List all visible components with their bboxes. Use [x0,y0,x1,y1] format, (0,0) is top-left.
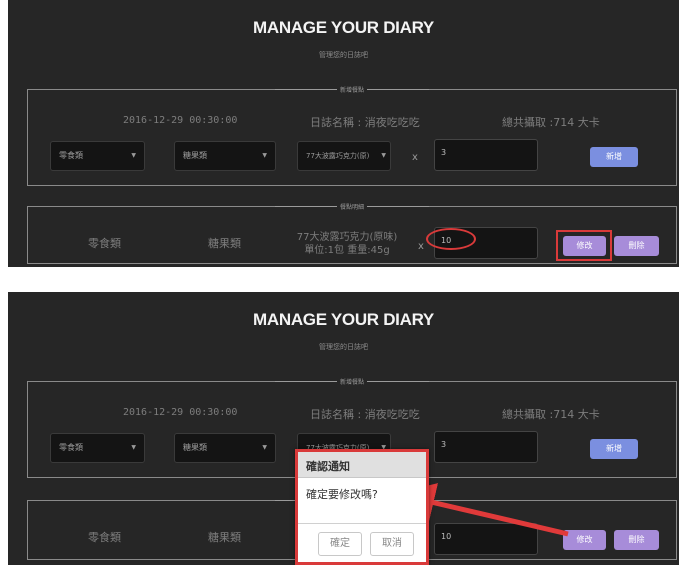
add-button[interactable]: 新增 [590,147,638,167]
add-meal-panel-label: 新增餐點 [336,377,368,386]
diary-name: 日誌名稱 : 消夜吃吃吃 [310,408,420,421]
diary-datetime: 2016-12-29 00:30:00 [123,407,238,418]
detail-item: 77大波露巧克力(原味) 單位:1包 重量:45g [282,231,412,257]
page-title: MANAGE YOUR DIARY [253,18,434,37]
page-subtitle: 管理您的日誌吧 [319,343,368,351]
detail-subcategory: 糖果類 [208,531,241,544]
chevron-down-icon: ▼ [262,444,267,451]
subcategory-select[interactable]: 糖果類 ▼ [174,433,276,463]
category-select[interactable]: 零食類 ▼ [50,141,145,171]
delete-button[interactable]: 刪除 [614,530,659,550]
diary-datetime: 2016-12-29 00:30:00 [123,115,238,126]
dialog-confirm-button[interactable]: 確定 [318,532,362,556]
detail-subcategory: 糖果類 [208,237,241,250]
chevron-down-icon: ▼ [131,444,136,451]
panel-label-rule [275,206,337,207]
page-subtitle: 管理您的日誌吧 [319,51,368,59]
item-select[interactable]: 77大波露巧克力(原) ▼ [297,141,391,171]
quantity-highlight-oval [426,228,476,250]
panel-label-rule [275,381,337,382]
panel-label-rule [275,89,337,90]
category-select-value: 零食類 [59,151,83,160]
add-meal-panel-label: 新增餐點 [336,85,368,94]
screenshot-before: MANAGE YOUR DIARY 管理您的日誌吧 新增餐點 2016-12-2… [8,0,679,267]
total-calories: 總共攝取 :714 大卡 [502,116,600,129]
panel-label-rule [367,381,429,382]
detail-category: 零食類 [88,531,121,544]
meal-detail-panel-label: 餐點明細 [336,202,368,211]
screenshot-after: MANAGE YOUR DIARY 管理您的日誌吧 新增餐點 2016-12-2… [8,292,679,565]
quantity-input[interactable]: 3 [434,139,538,171]
diary-name: 日誌名稱 : 消夜吃吃吃 [310,116,420,129]
confirm-dialog: 確認通知 確定要修改嗎? 確定 取消 [295,449,429,565]
multiply-sign: x [418,241,424,252]
chevron-down-icon: ▼ [381,152,386,159]
chevron-down-icon: ▼ [131,152,136,159]
chevron-down-icon: ▼ [262,152,267,159]
meal-detail-panel: 餐點明細 零食類 糖果類 77大波露巧克力(原味) 單位:1包 重量:45g x… [27,202,677,264]
total-calories: 總共攝取 :714 大卡 [502,408,600,421]
edit-button[interactable]: 修改 [563,530,606,550]
subcategory-select-value: 糖果類 [183,151,207,160]
edit-button-highlight [556,230,612,261]
detail-quantity-input[interactable]: 10 [434,523,538,555]
subcategory-select[interactable]: 糖果類 ▼ [174,141,276,171]
panel-label-rule [367,206,429,207]
item-select-value: 77大波露巧克力(原) [306,152,370,160]
add-button[interactable]: 新增 [590,439,638,459]
subcategory-select-value: 糖果類 [183,443,207,452]
category-select-value: 零食類 [59,443,83,452]
page-title: MANAGE YOUR DIARY [253,310,434,329]
detail-category: 零食類 [88,237,121,250]
delete-button[interactable]: 刪除 [614,236,659,256]
dialog-message: 確定要修改嗎? [298,478,426,524]
dialog-cancel-button[interactable]: 取消 [370,532,414,556]
quantity-input[interactable]: 3 [434,431,538,463]
detail-item-name: 77大波露巧克力(原味) [296,232,398,243]
category-select[interactable]: 零食類 ▼ [50,433,145,463]
add-meal-panel: 新增餐點 2016-12-29 00:30:00 日誌名稱 : 消夜吃吃吃 總共… [27,85,677,186]
detail-item-info: 單位:1包 重量:45g [304,245,390,256]
multiply-sign: x [412,152,418,163]
panel-label-rule [367,89,429,90]
dialog-title: 確認通知 [298,452,426,478]
